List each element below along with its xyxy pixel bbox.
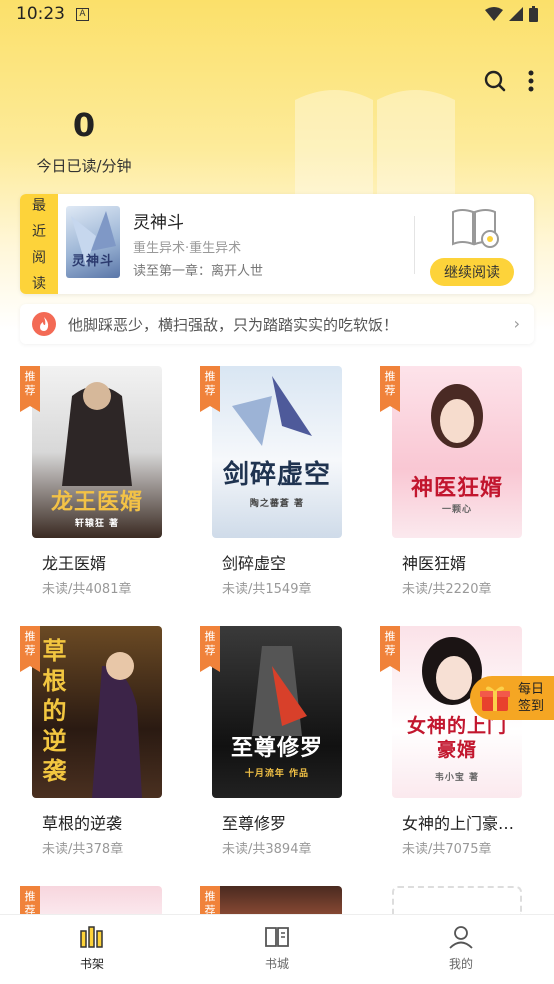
recent-tag-char: 读 [32, 276, 46, 292]
status-time: 10:23 [16, 4, 65, 24]
more-menu-icon[interactable] [528, 70, 534, 92]
recent-reading-tag: 最 近 阅 读 [20, 194, 58, 294]
book-title: 草根的逆袭 [42, 814, 123, 833]
recommend-badge: 推荐 [380, 366, 400, 412]
book-cover[interactable]: 草根的逆袭 [32, 626, 162, 798]
book-title: 至尊修罗 [222, 814, 287, 833]
book-cover[interactable]: 龙王医婿 轩辕狂 著 [32, 366, 162, 538]
open-book-watermark-icon [295, 90, 455, 210]
battery-icon [529, 6, 538, 22]
recommend-badge: 推荐 [380, 626, 400, 672]
continue-reading-button[interactable]: 继续阅读 [430, 258, 514, 286]
tab-bookshelf[interactable]: 书架 [52, 925, 132, 972]
status-bar: 10:23 A [0, 0, 554, 30]
recent-reading-card[interactable]: 最 近 阅 读 灵神斗 灵神斗 重生异术·重生异术 读至第一章：离开人世 继续阅… [20, 194, 534, 294]
book-cover-author: 轩辕狂 著 [74, 519, 120, 529]
recent-book-genre: 重生异术·重生异术 [133, 241, 242, 256]
book-cover-title: 龙王医婿 [50, 490, 143, 515]
today-reading-stat: 0 今日已读/分钟 [28, 105, 140, 176]
search-icon[interactable] [484, 70, 506, 92]
book-cover-author: 十月流年 作品 [244, 769, 310, 779]
notification-icon: A [76, 8, 89, 21]
book-cover[interactable]: 神医狂婿 一颗心 [392, 366, 522, 538]
checkin-label-line2: 签到 [518, 699, 545, 714]
recent-tag-char: 阅 [32, 250, 46, 266]
recommend-badge: 推荐 [20, 366, 40, 412]
book-cover-title: 剑碎虚空 [222, 460, 331, 490]
recent-tag-char: 近 [32, 224, 46, 240]
book-title: 女神的上门豪… [402, 814, 515, 833]
gift-icon [480, 686, 510, 711]
chevron-right-icon: › [513, 314, 520, 333]
book-cover[interactable]: 至尊修罗 十月流年 作品 [212, 626, 342, 798]
book-cover-author: 陶之蕃蒼 著 [249, 499, 305, 509]
recent-book-cover[interactable]: 灵神斗 [66, 206, 120, 278]
wifi-icon [485, 7, 503, 21]
notice-banner[interactable]: 他脚踩恶少，横扫强敌，只为踏踏实实的吃软饭！ › [20, 304, 534, 344]
book-chapter-count: 未读/共4081章 [42, 582, 132, 597]
book-chapter-count: 未读/共3894章 [222, 842, 312, 857]
book-cover-author: 韦小宝 著 [434, 773, 480, 783]
book-chapter-count: 未读/共378章 [42, 842, 124, 857]
tab-bookstore[interactable]: 书城 [237, 925, 317, 972]
recommend-badge: 推荐 [20, 886, 40, 922]
book-cover[interactable] [212, 886, 342, 916]
book-chapter-count: 未读/共7075章 [402, 842, 492, 857]
recommend-badge: 推荐 [200, 886, 220, 922]
signal-icon [509, 7, 523, 21]
today-reading-minutes: 0 [72, 106, 96, 144]
book-cover[interactable]: 剑碎虚空 陶之蕃蒼 著 [212, 366, 342, 538]
today-reading-label: 今日已读/分钟 [36, 157, 132, 175]
book-title: 剑碎虚空 [222, 554, 287, 573]
book-title: 神医狂婿 [402, 554, 467, 573]
add-book-slot[interactable] [392, 886, 522, 916]
cover-art [232, 376, 312, 446]
tab-bookshelf-label: 书架 [79, 957, 104, 971]
bookshelf-icon [80, 926, 103, 948]
recent-book-title: 灵神斗 [133, 213, 184, 233]
book-cover-title: 神医狂婿 [410, 476, 503, 501]
checkin-label-line1: 每日 [518, 682, 545, 697]
user-icon [449, 926, 473, 949]
book-cover-title: 至尊修罗 [230, 736, 323, 761]
tab-profile[interactable]: 我的 [421, 925, 501, 972]
tab-bookstore-label: 书城 [264, 957, 289, 971]
recent-book-progress: 读至第一章：离开人世 [133, 264, 264, 279]
book-clock-icon [452, 209, 499, 248]
recommend-badge: 推荐 [20, 626, 40, 672]
recommend-badge: 推荐 [200, 366, 220, 412]
book-chapter-count: 未读/共2220章 [402, 582, 492, 597]
book-chapter-count: 未读/共1549章 [222, 582, 312, 597]
open-book-icon [265, 927, 289, 947]
recent-tag-char: 最 [32, 198, 46, 214]
bottom-navigation: 书架 书城 我的 [0, 914, 554, 984]
daily-checkin-button[interactable]: 每日 签到 [470, 676, 554, 720]
book-cover[interactable] [32, 886, 162, 916]
recommend-badge: 推荐 [200, 626, 220, 672]
tab-profile-label: 我的 [448, 957, 473, 971]
recent-cover-title: 灵神斗 [71, 254, 114, 269]
fire-icon [32, 312, 56, 336]
notice-text: 他脚踩恶少，横扫强敌，只为踏踏实实的吃软饭！ [68, 316, 399, 334]
book-title: 龙王医婿 [42, 554, 107, 573]
divider [414, 216, 415, 274]
book-cover-author: 一颗心 [441, 505, 472, 515]
book-cover-title: 女神的上门豪婿 [406, 715, 507, 761]
